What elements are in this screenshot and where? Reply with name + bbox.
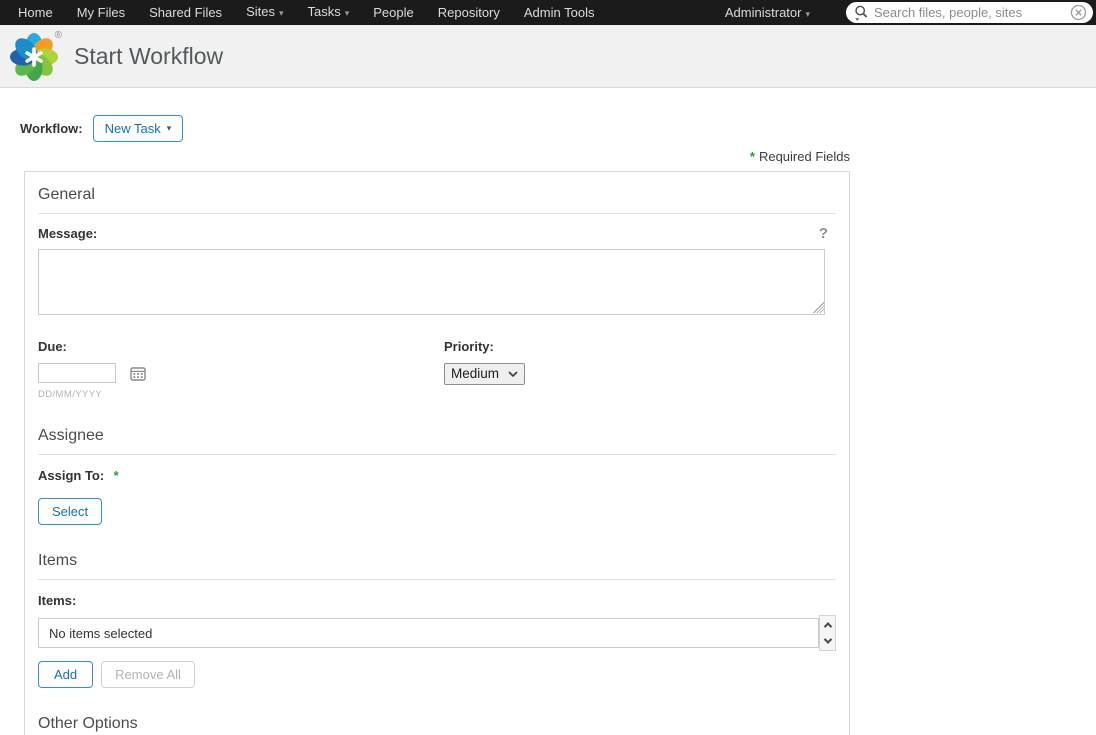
- caret-down-icon: ▾: [344, 8, 350, 18]
- message-label: Message:: [38, 226, 98, 241]
- caret-down-icon: ▾: [805, 9, 810, 19]
- caret-down-icon: ▾: [278, 8, 284, 18]
- message-textarea[interactable]: [38, 249, 825, 315]
- items-listbox[interactable]: No items selected: [38, 618, 819, 648]
- priority-selected-value: Medium: [451, 366, 500, 381]
- items-buttons-row: Add Remove All: [38, 661, 836, 688]
- required-fields-text: Required Fields: [758, 149, 850, 164]
- workflow-type-label: New Task: [104, 121, 161, 136]
- page-header: ® Start Workflow: [0, 25, 1096, 88]
- required-fields-note: * Required Fields: [20, 149, 850, 164]
- caret-down-icon: ▾: [166, 123, 172, 133]
- search-box[interactable]: [846, 2, 1093, 23]
- required-asterisk: *: [749, 149, 755, 164]
- top-navbar: Home My Files Shared Files Sites ▾ Tasks ▾…: [0, 0, 1096, 25]
- section-heading-general: General: [38, 186, 836, 214]
- assign-to-label: Assign To:: [38, 468, 105, 483]
- workflow-selector-row: Workflow: New Task ▾: [20, 115, 1096, 142]
- section-heading-other-options: Other Options: [38, 715, 836, 735]
- add-items-button[interactable]: Add: [38, 661, 94, 688]
- assign-to-row: Assign To: *: [38, 467, 836, 485]
- alfresco-flower-icon: [10, 33, 58, 81]
- nav-item-home[interactable]: Home: [6, 0, 65, 25]
- priority-field-group: Priority: Medium: [444, 339, 526, 400]
- nav-item-sites[interactable]: Sites ▾: [234, 0, 295, 26]
- nav-item-admin-tools[interactable]: Admin Tools: [512, 0, 607, 25]
- due-input-row: [38, 363, 444, 383]
- due-field-group: Due: DD/MM/YYYY: [38, 339, 444, 400]
- items-listbox-row: No items selected: [38, 615, 836, 651]
- message-row: Message: ?: [38, 225, 836, 242]
- user-menu-label: Administrator: [724, 5, 802, 20]
- nav-item-repository[interactable]: Repository: [426, 0, 512, 25]
- nav-item-tasks[interactable]: Tasks ▾: [296, 0, 362, 26]
- workflow-form: General Message: ? Due: DD/MM/YYYY Prior…: [24, 171, 850, 735]
- workflow-type-button[interactable]: New Task ▾: [92, 115, 184, 142]
- resize-handle[interactable]: [813, 302, 824, 313]
- priority-select[interactable]: Medium: [444, 363, 526, 385]
- message-field-wrap: [38, 249, 836, 315]
- navbar-right: Administrator ▾: [715, 2, 1096, 23]
- priority-label: Priority:: [444, 339, 494, 354]
- due-label: Due:: [38, 339, 67, 354]
- calendar-icon[interactable]: [130, 366, 146, 381]
- workflow-label: Workflow:: [20, 121, 83, 136]
- nav-item-label: Sites: [246, 4, 275, 19]
- section-heading-items: Items: [38, 552, 836, 580]
- nav-item-shared-files[interactable]: Shared Files: [137, 0, 234, 25]
- main-content: Workflow: New Task ▾ * Required Fields Ge…: [0, 115, 1096, 735]
- scroll-up-icon[interactable]: [823, 622, 832, 631]
- due-priority-row: Due: DD/MM/YYYY Priority: Medium: [38, 339, 836, 400]
- clear-search-icon[interactable]: [1070, 4, 1087, 21]
- nav-item-people[interactable]: People: [361, 0, 425, 25]
- due-date-input[interactable]: [38, 363, 116, 383]
- help-icon[interactable]: ?: [819, 225, 836, 242]
- page-title: Start Workflow: [74, 42, 224, 69]
- search-icon[interactable]: [853, 4, 869, 22]
- nav-item-my-files[interactable]: My Files: [65, 0, 137, 25]
- items-scrollbar[interactable]: [819, 615, 836, 651]
- search-input[interactable]: [874, 5, 1070, 20]
- nav-item-label: Tasks: [307, 4, 341, 19]
- user-menu[interactable]: Administrator ▾: [715, 5, 820, 20]
- chevron-down-icon: [508, 370, 518, 377]
- section-heading-assignee: Assignee: [38, 427, 836, 455]
- assignee-select-button[interactable]: Select: [38, 498, 103, 525]
- items-label: Items:: [38, 593, 77, 608]
- registered-mark: ®: [54, 30, 62, 41]
- items-label-row: Items:: [38, 592, 836, 610]
- alfresco-logo: ®: [8, 29, 64, 83]
- required-asterisk: *: [113, 468, 119, 483]
- remove-all-button[interactable]: Remove All: [101, 661, 195, 688]
- scroll-down-icon[interactable]: [823, 635, 832, 644]
- due-date-format-hint: DD/MM/YYYY: [38, 389, 103, 400]
